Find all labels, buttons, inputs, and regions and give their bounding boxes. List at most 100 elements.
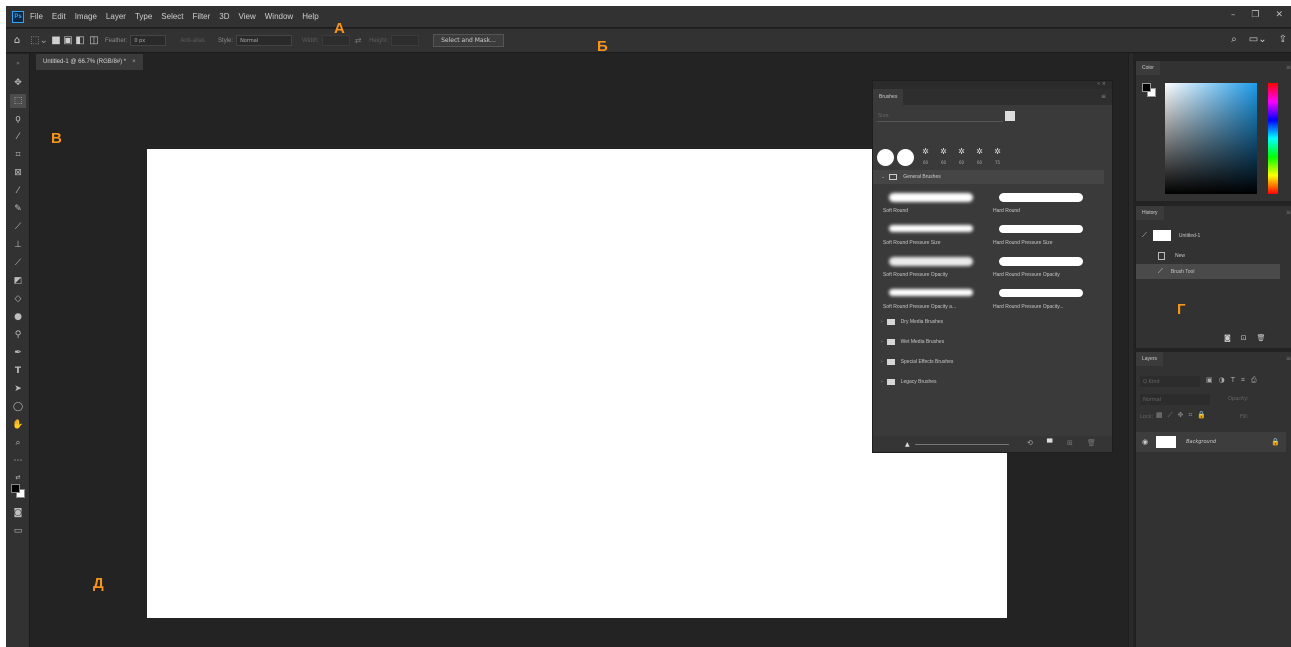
swap-colors-icon[interactable]: ⇄ xyxy=(10,470,26,484)
rectangular-marquee-tool-icon[interactable]: ⬚ xyxy=(10,94,26,108)
new-selection-icon[interactable]: ■ xyxy=(50,35,62,46)
new-brush-footer-icon[interactable]: ⊞ xyxy=(1067,439,1073,447)
panel-menu-icon[interactable]: ≡ xyxy=(1286,209,1291,216)
shape-filter-icon[interactable]: ⌗ xyxy=(1241,376,1245,385)
menu-help[interactable]: Help xyxy=(302,12,318,21)
foreground-swatch[interactable] xyxy=(1142,83,1151,92)
size-slider[interactable] xyxy=(877,121,1003,122)
eraser-tool-icon[interactable]: ◩ xyxy=(10,274,26,288)
recent-brush-5[interactable]: ✲ 75 xyxy=(991,147,1004,168)
share-icon[interactable]: ⇪ xyxy=(1279,34,1287,45)
panel-menu-icon[interactable]: ≡ xyxy=(1286,355,1291,362)
new-group-icon[interactable]: ▀ xyxy=(1047,439,1052,447)
quick-mask-icon[interactable]: ◙ xyxy=(10,506,26,520)
swap-dimensions-icon[interactable]: ⇄ xyxy=(350,36,366,45)
adjustment-filter-icon[interactable]: ◑ xyxy=(1219,376,1225,385)
layers-tab[interactable]: Layers xyxy=(1136,352,1164,366)
image-filter-icon[interactable]: ▣ xyxy=(1206,376,1213,385)
type-filter-icon[interactable]: T xyxy=(1231,376,1235,385)
menu-3d[interactable]: 3D xyxy=(219,12,229,21)
camera-icon[interactable]: ◙ xyxy=(1224,334,1231,342)
brush-preset[interactable]: Soft Round Pressure Opacity a... xyxy=(881,285,989,315)
panel-menu-icon[interactable]: ≡ xyxy=(1286,64,1291,71)
smart-filter-icon[interactable]: ⎙ xyxy=(1251,376,1257,385)
history-brush-tool-icon[interactable]: ⟋ xyxy=(10,256,26,270)
crop-tool-icon[interactable]: ⌗ xyxy=(10,148,26,162)
screen-mode-icon[interactable]: ▭ xyxy=(10,524,26,538)
marquee-preset-icon[interactable]: ⬚⌄ xyxy=(28,35,50,46)
close-icon[interactable]: ✕ xyxy=(1275,10,1283,20)
add-selection-icon[interactable]: ▣ xyxy=(62,35,74,46)
brush-preset[interactable]: Hard Round Pressure Opacity xyxy=(991,253,1099,283)
minimize-icon[interactable]: – xyxy=(1231,10,1236,20)
delete-state-icon[interactable]: 🗑 xyxy=(1257,334,1266,342)
dodge-tool-icon[interactable]: ⚲ xyxy=(10,328,26,342)
menu-layer[interactable]: Layer xyxy=(106,12,126,21)
folder-special-effects[interactable]: › Special Effects Brushes xyxy=(873,353,1104,371)
delete-brush-icon[interactable]: 🗑 xyxy=(1087,439,1096,447)
toolbar-grip-icon[interactable]: » xyxy=(10,56,26,70)
folder-wet-media[interactable]: › Wet Media Brushes xyxy=(873,333,1104,351)
menu-type[interactable]: Type xyxy=(135,12,152,21)
brush-preset[interactable]: Soft Round Pressure Opacity xyxy=(881,253,989,283)
restore-icon[interactable]: ❐ xyxy=(1251,10,1259,20)
intersect-selection-icon[interactable]: ◫ xyxy=(86,35,102,46)
history-tab[interactable]: History xyxy=(1136,206,1164,220)
new-brush-icon[interactable] xyxy=(1005,111,1015,121)
color-tab[interactable]: Color xyxy=(1136,61,1160,75)
menu-window[interactable]: Window xyxy=(265,12,293,21)
type-tool-icon[interactable]: T xyxy=(10,364,26,378)
brush-preset[interactable]: Hard Round xyxy=(991,189,1099,219)
lock-paint-icon[interactable]: ⟋ xyxy=(1168,411,1173,420)
preview-size-small-icon[interactable]: ▲ xyxy=(905,441,910,448)
frame-tool-icon[interactable]: ⊠ xyxy=(10,166,26,180)
brush-preset[interactable]: Soft Round xyxy=(881,189,989,219)
magic-wand-tool-icon[interactable]: ⁄ xyxy=(10,130,26,144)
recent-brush-2[interactable]: ✲ 60 xyxy=(937,147,950,168)
antialias-checkbox[interactable]: Anti-alias xyxy=(180,38,205,44)
lock-all-icon[interactable]: 🔒 xyxy=(1197,411,1206,420)
style-select[interactable]: Normal xyxy=(236,35,293,46)
zoom-tool-icon[interactable]: ⌕ xyxy=(10,436,26,450)
clone-stamp-tool-icon[interactable]: ⊥ xyxy=(10,238,26,252)
hand-tool-icon[interactable]: ✋ xyxy=(10,418,26,432)
brush-preset[interactable]: Hard Round Pressure Size xyxy=(991,221,1099,251)
document-tab[interactable]: Untitled-1 @ 66.7% (RGB/8#) * × xyxy=(36,54,143,70)
folder-dry-media[interactable]: › Dry Media Brushes xyxy=(873,313,1104,331)
menu-image[interactable]: Image xyxy=(75,12,97,21)
recent-brush-soft[interactable] xyxy=(877,149,894,166)
ellipse-tool-icon[interactable]: ◯ xyxy=(10,400,26,414)
history-snapshot[interactable]: ⟋ Untitled-1 xyxy=(1136,228,1280,243)
color-picker-field[interactable] xyxy=(1165,83,1257,194)
paint-bucket-tool-icon[interactable]: ◇ xyxy=(10,292,26,306)
lasso-tool-icon[interactable]: ϙ xyxy=(10,112,26,126)
general-brushes-folder[interactable]: ⌄ General Brushes xyxy=(873,170,1104,184)
menu-edit[interactable]: Edit xyxy=(52,12,66,21)
panel-collapse-icon[interactable]: « × xyxy=(1097,81,1106,87)
folder-legacy[interactable]: › Legacy Brushes xyxy=(873,373,1104,391)
brush-preset[interactable]: Hard Round Pressure Opacity... xyxy=(991,285,1099,315)
subtract-selection-icon[interactable]: ◧ xyxy=(74,35,86,46)
workspace-icon[interactable]: ▭⌄ xyxy=(1249,34,1267,45)
blend-mode-select[interactable]: Normal xyxy=(1140,394,1210,405)
eyedropper-tool-icon[interactable]: ⁄ xyxy=(10,184,26,198)
search-icon[interactable]: ⌕ xyxy=(1231,34,1237,45)
home-icon[interactable]: ⌂ xyxy=(6,35,28,46)
brush-settings-icon[interactable]: ⟲ xyxy=(1027,439,1033,447)
edit-toolbar-icon[interactable]: ⋯ xyxy=(10,454,26,468)
blur-tool-icon[interactable]: ● xyxy=(10,310,26,324)
layer-filter-input[interactable]: Q Kind xyxy=(1140,376,1200,387)
select-and-mask-button[interactable]: Select and Mask... xyxy=(433,34,504,47)
menu-select[interactable]: Select xyxy=(161,12,183,21)
brush-preset[interactable]: Soft Round Pressure Size xyxy=(881,221,989,251)
menu-view[interactable]: View xyxy=(239,12,256,21)
lock-position-icon[interactable]: ✥ xyxy=(1178,411,1184,420)
recent-brush-hard[interactable] xyxy=(897,149,914,166)
menu-file[interactable]: File xyxy=(30,12,43,21)
path-selection-tool-icon[interactable]: ➤ xyxy=(10,382,26,396)
move-tool-icon[interactable]: ✥ xyxy=(10,76,26,90)
pen-tool-icon[interactable]: ✒ xyxy=(10,346,26,360)
eye-icon[interactable]: ◉ xyxy=(1142,438,1148,446)
foreground-color-swatch[interactable] xyxy=(11,484,20,493)
history-item-selected[interactable]: ⟋ Brush Tool xyxy=(1136,264,1280,279)
